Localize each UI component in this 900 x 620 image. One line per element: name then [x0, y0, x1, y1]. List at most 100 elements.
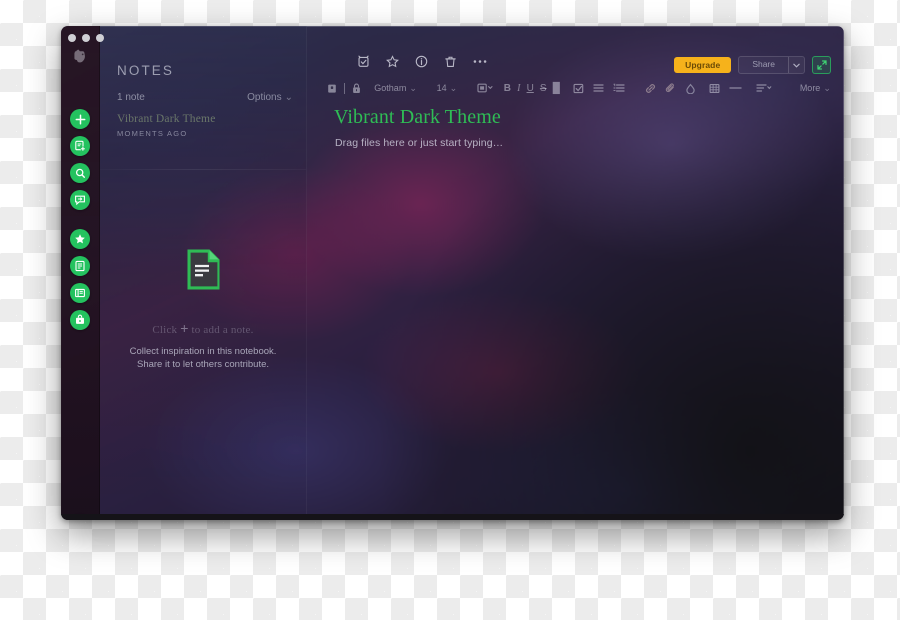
- sidebar-item-notebooks[interactable]: [70, 283, 90, 303]
- note-body-placeholder[interactable]: Drag files here or just start typing…: [335, 137, 503, 149]
- list-item-title: Vibrant Dark Theme: [117, 113, 216, 125]
- options-label: Options: [247, 92, 282, 103]
- briefcase-icon: [76, 314, 84, 324]
- star-icon: [75, 234, 85, 244]
- trash-icon[interactable]: [444, 55, 457, 68]
- attachment-button[interactable]: [327, 83, 337, 94]
- font-size-value: 14: [436, 82, 447, 93]
- empty-state-line3: Share it to let others contribute.: [136, 359, 270, 370]
- bold-button[interactable]: B: [504, 83, 511, 94]
- divider: [344, 82, 345, 94]
- chevron-down-icon: ⌄: [449, 82, 458, 93]
- plus-icon: [75, 114, 85, 124]
- checkbox-button[interactable]: [573, 83, 584, 94]
- table-button[interactable]: [709, 83, 720, 94]
- expand-arrows-icon: [816, 60, 827, 70]
- window-traffic-lights: [68, 34, 104, 42]
- page-title: NOTES: [117, 63, 175, 78]
- sidebar-item-new-note[interactable]: [70, 136, 90, 156]
- empty-state-primary: Click + to add a note.: [100, 320, 306, 336]
- maximize-button[interactable]: [96, 34, 104, 42]
- record-audio-button[interactable]: [685, 83, 696, 94]
- text-color-swatch-icon: [477, 83, 493, 93]
- info-icon[interactable]: [415, 55, 428, 68]
- numbered-list-button[interactable]: [613, 83, 625, 93]
- share-button-group: Share: [738, 56, 805, 74]
- note-count-label: 1 note: [117, 92, 145, 103]
- sidebar-item-business[interactable]: [70, 310, 90, 330]
- note-action-icons: [357, 55, 487, 68]
- underline-button[interactable]: U: [527, 83, 534, 94]
- checkbox-icon: [573, 83, 584, 93]
- reminder-alarm-icon[interactable]: [357, 55, 370, 68]
- encrypt-lock-icon: [352, 83, 360, 93]
- green-document-icon: [187, 249, 219, 290]
- chevron-down-icon: ⌄: [823, 82, 831, 93]
- screenshot-canvas: NOTES 1 note Options ⌄ Vibrant Dark Theme…: [0, 0, 900, 620]
- align-button[interactable]: [755, 83, 773, 93]
- search-icon: [75, 168, 85, 178]
- sidebar-item-shortcuts[interactable]: [70, 229, 90, 249]
- numbered-list-icon: [613, 83, 625, 92]
- notes-icon: [75, 260, 85, 272]
- expand-button[interactable]: [812, 56, 831, 74]
- paperclip-icon: [665, 82, 674, 92]
- window-actions: Upgrade Share: [674, 56, 831, 74]
- sidebar-item-search[interactable]: [70, 163, 90, 183]
- encrypt-button[interactable]: [352, 83, 361, 94]
- font-size-select[interactable]: 14 ⌄: [437, 83, 458, 94]
- align-icon: [755, 84, 771, 92]
- bullet-list-button[interactable]: [593, 83, 604, 93]
- highlight-button[interactable]: █: [553, 83, 560, 94]
- strikethrough-button[interactable]: S: [540, 83, 547, 94]
- attach-file-button[interactable]: [665, 82, 676, 94]
- share-button[interactable]: Share: [739, 57, 788, 73]
- sidebar-item-notes[interactable]: [70, 256, 90, 276]
- empty-state: Click + to add a note. Collect inspirati…: [100, 248, 306, 371]
- empty-state-secondary: Collect inspiration in this notebook. Sh…: [100, 345, 306, 371]
- link-button[interactable]: [645, 83, 656, 94]
- divider: [100, 169, 306, 170]
- share-dropdown-button[interactable]: [788, 57, 804, 73]
- sidebar-item-new-note-quick[interactable]: [70, 109, 90, 129]
- left-sidebar: [61, 26, 104, 520]
- format-toolbar: Gotham ⌄ 14 ⌄ B I U S █ More ⌄: [327, 80, 831, 96]
- note-editor-panel: Upgrade Share Gotham ⌄ 14 ⌄ B I U S █ Mo…: [307, 26, 844, 520]
- notebooks-icon: [75, 288, 85, 298]
- font-family-value: Gotham: [374, 82, 407, 93]
- text-color-button[interactable]: [477, 83, 495, 93]
- minimize-button[interactable]: [82, 34, 90, 42]
- more-format-button[interactable]: More ⌄: [800, 83, 831, 94]
- font-family-select[interactable]: Gotham ⌄: [374, 83, 417, 94]
- horizontal-rule-icon: [729, 87, 742, 89]
- list-item[interactable]: Vibrant Dark Theme MOMENTS AGO: [117, 113, 296, 138]
- upgrade-button[interactable]: Upgrade: [674, 57, 732, 73]
- more-dots-icon[interactable]: [473, 59, 487, 64]
- star-icon[interactable]: [386, 55, 399, 68]
- evernote-elephant-icon: [74, 49, 85, 63]
- note-list-meta: 1 note Options ⌄: [117, 92, 293, 103]
- link-icon: [645, 83, 655, 93]
- new-note-icon: [75, 140, 86, 152]
- audio-record-icon: [685, 83, 695, 94]
- note-list-panel: NOTES 1 note Options ⌄ Vibrant Dark Theme…: [100, 26, 307, 520]
- horizontal-rule-button[interactable]: [729, 84, 742, 92]
- empty-state-primary-before: Click: [152, 324, 178, 336]
- chevron-down-icon: ⌄: [284, 92, 293, 103]
- chevron-down-icon: ⌄: [409, 82, 417, 93]
- empty-state-line2: Collect inspiration in this notebook.: [129, 346, 277, 357]
- chevron-down-icon: [793, 63, 800, 68]
- more-format-label: More: [799, 82, 821, 93]
- sidebar-item-work-chat[interactable]: [70, 190, 90, 210]
- attachment-icon: [328, 84, 336, 93]
- sidebar-top-group: [70, 109, 90, 210]
- italic-button[interactable]: I: [517, 83, 520, 94]
- plus-icon: +: [180, 320, 189, 336]
- bullet-list-icon: [593, 84, 604, 92]
- note-title-field[interactable]: Vibrant Dark Theme: [334, 106, 501, 129]
- close-button[interactable]: [68, 34, 76, 42]
- work-chat-icon: [75, 195, 85, 206]
- options-button[interactable]: Options ⌄: [247, 92, 293, 103]
- sidebar-mid-group: [70, 229, 90, 330]
- table-icon: [709, 83, 720, 93]
